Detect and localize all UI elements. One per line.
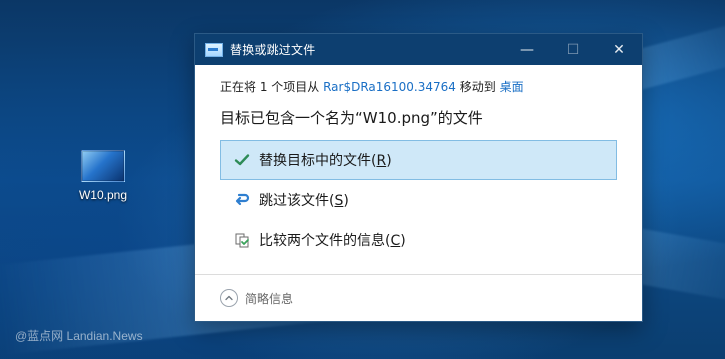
image-thumbnail-icon [81, 150, 125, 182]
compare-option[interactable]: 比较两个文件的信息(C) [220, 220, 617, 260]
compare-label-before: 比较两个文件的信息( [259, 233, 391, 249]
check-icon [231, 149, 253, 171]
replace-or-skip-dialog: 替换或跳过文件 — ☐ ✕ 正在将 1 个项目从 Rar$DRa16100.34… [194, 33, 643, 322]
compare-option-label: 比较两个文件的信息(C) [259, 230, 406, 250]
compare-mnemonic: C [390, 233, 401, 249]
close-icon: ✕ [613, 41, 625, 58]
minimize-icon: — [520, 41, 534, 58]
desktop-file-icon[interactable]: W10.png [70, 150, 136, 210]
replace-mnemonic: R [376, 153, 387, 169]
minimize-button[interactable]: — [504, 34, 550, 65]
replace-option-label: 替换目标中的文件(R) [259, 150, 392, 170]
source-folder-link[interactable]: Rar$DRa16100.34764 [323, 80, 456, 94]
replace-option[interactable]: 替换目标中的文件(R) [220, 140, 617, 180]
skip-option-label: 跳过该文件(S) [259, 190, 349, 210]
skip-label-after: ) [343, 193, 349, 209]
watermark-text: @蓝点网 Landian.News [15, 329, 143, 343]
summary-middle: 移动到 [459, 80, 496, 94]
compare-icon [231, 229, 253, 251]
file-operation-icon [205, 42, 223, 57]
maximize-icon: ☐ [566, 41, 580, 58]
less-details-label[interactable]: 简略信息 [245, 290, 293, 307]
destination-folder-link[interactable]: 桌面 [500, 80, 524, 94]
maximize-button: ☐ [550, 34, 596, 65]
skip-icon [231, 189, 253, 211]
window-controls: — ☐ ✕ [504, 34, 642, 65]
operation-summary: 正在将 1 个项目从 Rar$DRa16100.34764 移动到 桌面 [220, 78, 617, 95]
close-button[interactable]: ✕ [596, 34, 642, 65]
replace-label-after: ) [386, 153, 392, 169]
skip-option[interactable]: 跳过该文件(S) [220, 180, 617, 220]
chevron-up-icon[interactable] [220, 289, 238, 307]
dialog-content: 正在将 1 个项目从 Rar$DRa16100.34764 移动到 桌面 目标已… [195, 65, 642, 260]
replace-label-before: 替换目标中的文件( [259, 153, 377, 169]
dialog-footer: 简略信息 [195, 274, 642, 321]
compare-label-after: ) [400, 233, 406, 249]
dialog-titlebar[interactable]: 替换或跳过文件 — ☐ ✕ [195, 34, 642, 65]
desktop-file-label: W10.png [78, 188, 128, 202]
skip-label-before: 跳过该文件( [259, 193, 335, 209]
dialog-title: 替换或跳过文件 [230, 43, 316, 57]
summary-prefix: 正在将 1 个项目从 [220, 80, 320, 94]
conflict-headline: 目标已包含一个名为“W10.png”的文件 [220, 109, 483, 127]
